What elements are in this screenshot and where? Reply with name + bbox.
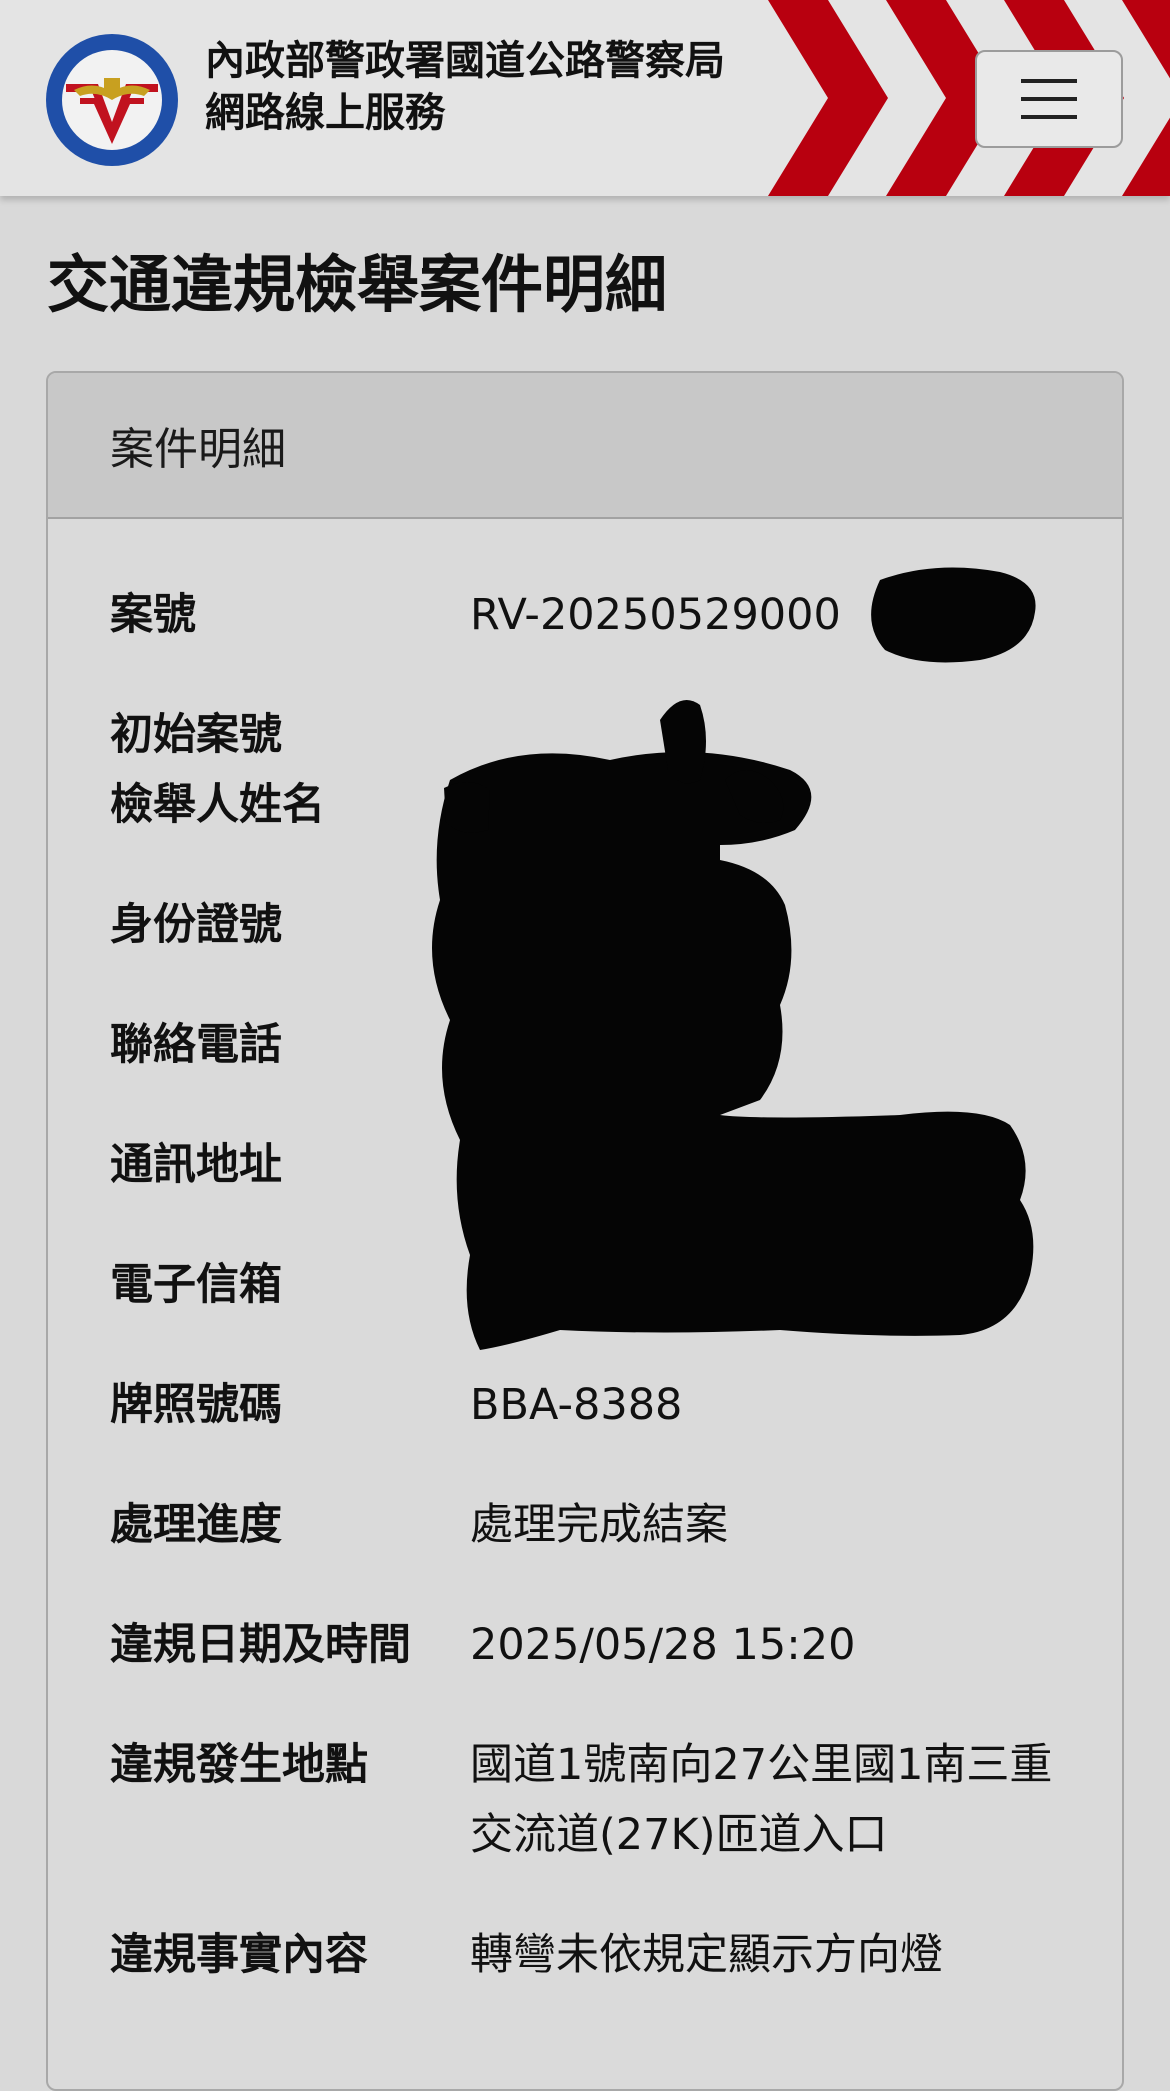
row-label: 電子信箱	[110, 1260, 282, 1310]
agency-title: 內政部警政署國道公路警察局 網路線上服務	[205, 35, 725, 139]
row-label: 通訊地址	[110, 1140, 282, 1190]
row-value: 轉彎未依規定顯示方向燈	[470, 1930, 943, 1980]
card-header: 案件明細	[48, 373, 1122, 519]
row-label: 處理進度	[110, 1500, 282, 1550]
hamburger-menu-icon	[1021, 79, 1077, 119]
row-label: 初始案號	[110, 710, 282, 760]
page-title: 交通違規檢舉案件明細	[47, 248, 668, 321]
agency-name: 內政部警政署國道公路警察局	[205, 38, 725, 84]
row-label: 違規發生地點	[110, 1740, 368, 1790]
row-label: 違規日期及時間	[110, 1620, 411, 1670]
site-header: 內政部警政署國道公路警察局 網路線上服務	[0, 0, 1170, 196]
row-label: 違規事實內容	[110, 1930, 368, 1980]
row-value: BBA-8388	[470, 1380, 683, 1430]
row-label: 聯絡電話	[110, 1020, 282, 1070]
row-value: 國道1號南向27公里國1南三重交流道(27K)匝道入口	[470, 1740, 1053, 1860]
menu-button[interactable]	[975, 50, 1123, 148]
row-label: 身份證號	[110, 900, 282, 950]
card-title: 案件明細	[110, 424, 286, 475]
row-label: 牌照號碼	[110, 1380, 282, 1430]
row-label: 檢舉人姓名	[110, 780, 325, 830]
case-detail-card: 案件明細 案號 RV-20250529000 初始案號 檢舉人姓名 身份證號 聯…	[46, 371, 1124, 2091]
row-value: 2025/05/28 15:20	[470, 1620, 856, 1670]
row-value: 處理完成結案	[470, 1500, 728, 1550]
service-name: 網路線上服務	[205, 90, 445, 136]
row-label: 案號	[110, 590, 196, 640]
police-emblem-icon[interactable]	[44, 32, 180, 168]
row-value: RV-20250529000	[470, 590, 841, 640]
